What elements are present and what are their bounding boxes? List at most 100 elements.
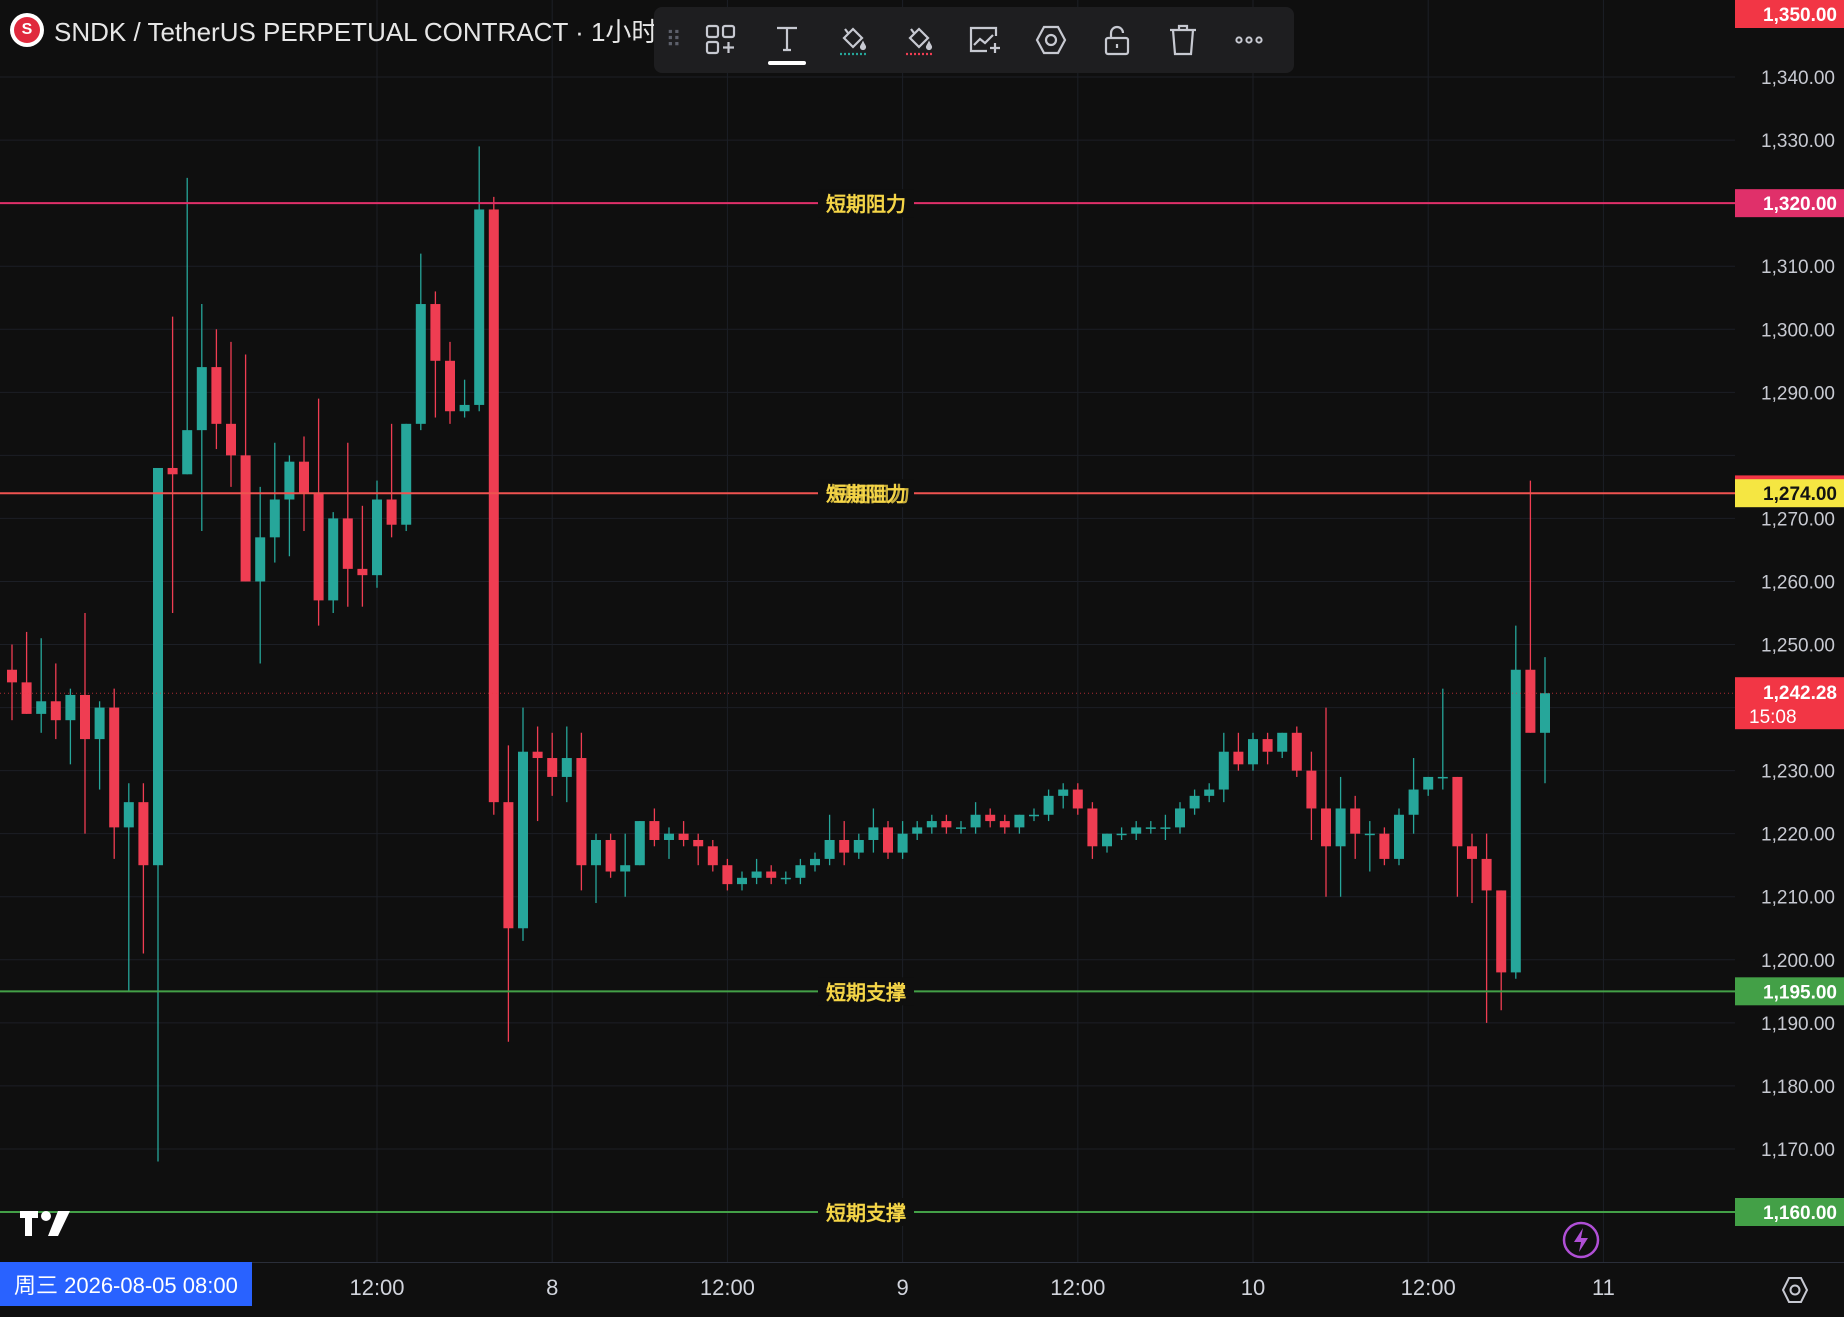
text-tool-button[interactable]: [754, 7, 820, 73]
candle-body-down: [167, 467, 178, 475]
trash-icon: [1170, 24, 1196, 56]
last-price-tag: 1,242.28: [1763, 683, 1837, 704]
candle-body-down: [532, 751, 543, 759]
level-label-overlap: 短期阻力: [830, 482, 910, 506]
fill-up-color-button[interactable]: [820, 7, 886, 73]
level-label: 短期阻力: [826, 192, 906, 216]
price-tag-current: 1,350.00: [1763, 5, 1837, 26]
candle-body-up: [123, 802, 134, 828]
candle-body-down: [839, 839, 850, 853]
candle-body-up: [65, 694, 76, 721]
candle-body-down: [1306, 770, 1317, 809]
candle-body-up: [1145, 827, 1156, 829]
candle-body-down: [1525, 669, 1536, 733]
candle-body-down: [693, 839, 704, 847]
gear-icon[interactable]: [1777, 1272, 1813, 1308]
time-tick-label: 12:00: [699, 1275, 755, 1300]
candle-body-up: [415, 304, 426, 424]
candle-body-up: [1175, 808, 1185, 828]
candle-body-down: [488, 209, 499, 803]
candle-body-up: [1394, 814, 1404, 859]
candle-body-up: [401, 423, 412, 525]
delete-button[interactable]: [1150, 7, 1216, 73]
lock-button[interactable]: [1084, 7, 1150, 73]
candle-body-up: [1248, 739, 1258, 765]
candle-body-down: [1496, 890, 1507, 973]
price-tag-resistance: 1,320.00: [1763, 194, 1837, 215]
add-widget-button[interactable]: [688, 7, 754, 73]
candle-body-down: [109, 707, 120, 828]
candle-body-down: [226, 423, 236, 456]
candle-body-up: [780, 877, 791, 880]
symbol-header[interactable]: S SNDK / TetherUS PERPETUAL CONTRACT · 1…: [10, 8, 657, 52]
candle-body-down: [342, 518, 353, 569]
candle-body-up: [459, 404, 470, 412]
candle-body-up: [94, 707, 105, 740]
candle-body-down: [678, 833, 689, 840]
candle-body-up: [795, 865, 806, 878]
candle-body-up: [751, 871, 762, 878]
candle-body-up: [1029, 814, 1039, 817]
flash-icon[interactable]: [1561, 1220, 1601, 1260]
candle-body-down: [722, 865, 733, 885]
text-icon: [777, 26, 797, 52]
candle-body-up: [328, 518, 339, 601]
price-tick-label: 1,310.00: [1761, 257, 1835, 278]
candle-body-down: [1262, 739, 1273, 752]
candle-body-down: [1321, 808, 1331, 847]
add-widget-icon: [705, 24, 736, 55]
candle-body-up: [956, 827, 966, 829]
settings-hexagon-icon: [1035, 25, 1067, 55]
more-button[interactable]: [1216, 7, 1282, 73]
add-chart-button[interactable]: [952, 7, 1018, 73]
level-label: 短期支撑: [826, 1201, 906, 1225]
candle-body-down: [7, 669, 17, 683]
candle-body-down: [138, 802, 149, 866]
candle-body-down: [1481, 858, 1492, 891]
price-tick-label: 1,210.00: [1761, 888, 1835, 909]
time-tick-label: 9: [896, 1275, 909, 1300]
unlock-icon: [1104, 25, 1130, 56]
candle-body-up: [372, 499, 382, 576]
candle-body-up: [269, 499, 280, 538]
crosshair-date-label: 周三 2026-08-05 08:00: [0, 1262, 252, 1306]
more-icon: [1235, 36, 1263, 44]
price-tag-support: 1,195.00: [1763, 982, 1837, 1003]
price-tick-label: 1,200.00: [1761, 951, 1835, 972]
candle-body-down: [445, 360, 455, 412]
price-tick-label: 1,230.00: [1761, 762, 1835, 783]
price-tick-label: 1,190.00: [1761, 1014, 1835, 1035]
candle-body-down: [1291, 732, 1302, 771]
candle-body-up: [1510, 669, 1521, 973]
candle-body-up: [737, 877, 747, 885]
drag-grip-icon[interactable]: ⠿: [660, 27, 688, 53]
chart-plot-area[interactable]: 短期阻力短期阻力短期支撑短期支撑短期阻力: [0, 0, 1735, 1262]
candle-body-up: [561, 758, 572, 777]
tradingview-logo[interactable]: [18, 1208, 74, 1238]
candle-body-up: [1043, 795, 1054, 815]
price-tick-label: 1,300.00: [1761, 320, 1835, 341]
candle-body-down: [605, 839, 616, 872]
candle-body-up: [1102, 833, 1112, 847]
time-tick-label: 12:00: [1050, 1275, 1106, 1300]
price-tick-label: 1,270.00: [1761, 509, 1835, 530]
symbol-title[interactable]: SNDK / TetherUS PERPETUAL CONTRACT · 1小时: [54, 12, 657, 49]
time-axis[interactable]: [0, 1262, 1844, 1317]
candle-body-up: [1437, 776, 1448, 779]
candle-body-down: [1452, 776, 1463, 847]
fill-up-color-icon: [840, 27, 867, 56]
candle-body-up: [591, 839, 601, 866]
candle-body-up: [1364, 833, 1375, 836]
candle-body-up: [1335, 808, 1346, 847]
candle-body-down: [357, 568, 368, 576]
candle-body-up: [182, 430, 193, 475]
candle-body-up: [1408, 789, 1419, 815]
candle-body-up: [1189, 795, 1200, 809]
candle-body-up: [1160, 827, 1171, 829]
settings-button[interactable]: [1018, 7, 1084, 73]
candle-body-down: [1072, 789, 1083, 809]
candle-body-up: [1116, 833, 1127, 836]
candle-body-down: [1467, 846, 1477, 859]
fill-down-color-button[interactable]: [886, 7, 952, 73]
candle-body-up: [1540, 693, 1550, 733]
